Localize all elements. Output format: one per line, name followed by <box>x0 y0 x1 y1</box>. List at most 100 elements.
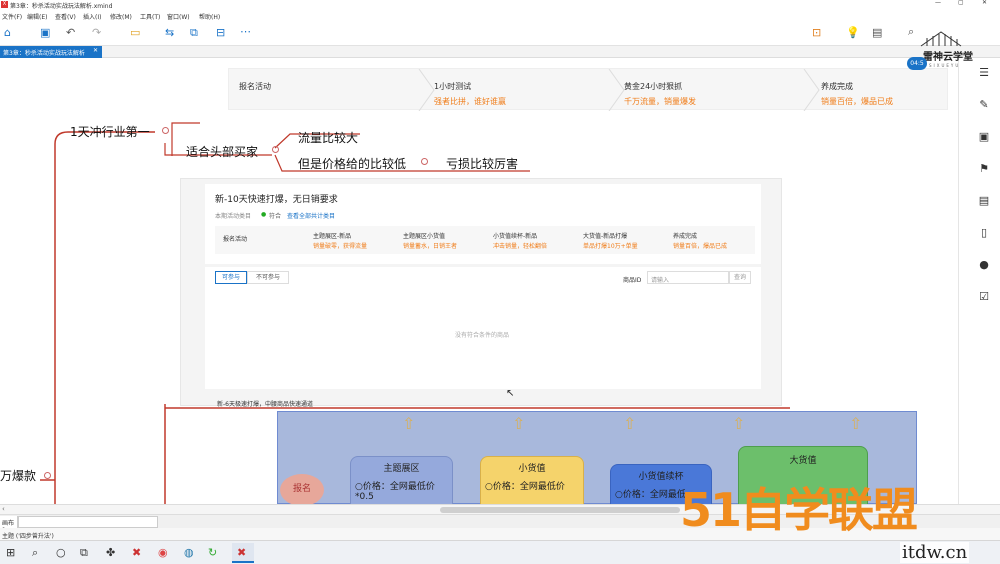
embedded-image-mid: 新-10天快速打爆，无日销要求 本期活动类目 ● 符合 查看全部共计类目 报名活… <box>180 178 782 408</box>
menu-tools[interactable]: 工具(T) <box>140 12 160 21</box>
relationship-icon[interactable]: ⇆ <box>165 26 174 39</box>
mid-step-3-sub: 销量蓄水，日销王者 <box>403 243 458 250</box>
sheet-tab[interactable]: 画布 1 <box>0 516 18 534</box>
flow-box-title: 主题展区 <box>383 464 420 474</box>
save-icon[interactable]: ▣ <box>40 26 50 39</box>
boundary-icon[interactable]: ⧉ <box>190 26 198 40</box>
xmind-taskbar-icon[interactable]: ✖ <box>132 546 141 559</box>
home-icon[interactable]: ⌂ <box>4 26 11 39</box>
menu-window[interactable]: 窗口(W) <box>167 12 190 21</box>
summary-icon[interactable]: ⊟ <box>216 26 225 39</box>
empty-message: 没有符合条件的商品 <box>455 332 510 339</box>
menu-bar: 文件(F) 编辑(E) 查看(V) 插入(I) 修改(M) 工具(T) 窗口(W… <box>0 10 1000 21</box>
menu-insert[interactable]: 插入(I) <box>83 12 101 21</box>
menu-view[interactable]: 查看(V) <box>55 12 76 21</box>
collapse-toggle-2[interactable] <box>272 146 279 153</box>
redo-icon[interactable]: ↷ <box>92 26 101 39</box>
flag-icon[interactable]: ⚑ <box>977 162 991 176</box>
close-icon[interactable]: ✕ <box>982 0 987 6</box>
topic-1day-first[interactable]: 1天冲行业第一 <box>70 123 150 140</box>
topic-price-low[interactable]: 但是价格给的比较低 <box>298 155 406 172</box>
flow-start: 报名 <box>280 474 324 504</box>
activity-card: 新-10天快速打爆，无日销要求 本期活动类目 ● 符合 查看全部共计类目 报名活… <box>205 184 761 264</box>
tab-can-join[interactable]: 可参与 <box>215 271 247 284</box>
arrow-up-icon: ⇧ <box>849 414 863 433</box>
browser-icon[interactable]: ◍ <box>184 546 194 559</box>
start-windows-icon[interactable]: ⊞ <box>6 546 15 559</box>
xmind-active-icon[interactable]: ✖ <box>237 546 246 559</box>
note-icon[interactable]: ▯ <box>977 226 991 240</box>
layout-icon[interactable]: ▤ <box>872 26 882 39</box>
toolbar: ⌂ ▣ ↶ ↷ ▭ ⇆ ⧉ ⊟ ⋯ ⊡ 💡 ▤ ⌕ <box>0 21 1000 46</box>
search-icon[interactable]: ⌕ <box>32 546 38 560</box>
menu-modify[interactable]: 修改(M) <box>110 12 132 21</box>
flow-box-line2: *0.5 <box>355 492 374 502</box>
step-strip: 报名活动 1小时测试 强者比拼，谁好谁赢 黄金24小时狠抓 千万流量，销量爆发 养成… <box>228 68 948 111</box>
arrow-up-icon: ⇧ <box>623 414 637 433</box>
menu-edit[interactable]: 编辑(E) <box>27 12 47 21</box>
chrome-icon[interactable]: ◉ <box>158 546 168 559</box>
cortana-icon[interactable]: ○ <box>56 546 66 559</box>
windows-taskbar: ⊞ ⌕ ○ ⧉ ✤ ✖ ◉ ◍ ↻ ✖ <box>0 540 1000 564</box>
flow-box-small-value: 小货值 ○价格：全网最低价 <box>480 456 584 504</box>
mid-step-strip: 报名活动 主题展区-新品 销量破零，获得流量 主题展区小货值 销量蓄水，日销王者… <box>215 226 755 254</box>
collapse-toggle-1[interactable] <box>162 127 169 134</box>
task-view-icon[interactable]: ⧉ <box>80 546 88 560</box>
collapse-toggle-4[interactable] <box>44 472 51 479</box>
tab-close-icon[interactable]: ✕ <box>93 47 98 54</box>
mid-step-5-sub: 单品打爆10万+单量 <box>583 243 638 250</box>
collapse-toggle-3[interactable] <box>421 158 428 165</box>
menu-help[interactable]: 帮助(H) <box>199 12 220 21</box>
mindmap-canvas[interactable]: 报名活动 1小时测试 强者比拼，谁好谁赢 黄金24小时狠抓 千万流量，销量爆发 养成… <box>0 58 958 504</box>
goods-id-input[interactable]: 请输入 <box>647 271 729 284</box>
app-pinned-icon[interactable]: ✤ <box>106 546 115 559</box>
lightbulb-icon[interactable]: 💡 <box>846 26 860 39</box>
window-title: 第3章：秒杀活动实战玩法解析.xmind <box>10 3 113 10</box>
mid-step-6-sub: 销量百倍，爆品已成 <box>673 243 728 250</box>
flow-box-title: 大货值 <box>789 456 817 466</box>
topic-traffic-large[interactable]: 流量比较大 <box>298 129 358 146</box>
comment-icon[interactable]: ● <box>977 258 991 272</box>
undo-icon[interactable]: ↶ <box>66 26 75 39</box>
topic-icon[interactable]: ▭ <box>130 26 140 39</box>
menu-file[interactable]: 文件(F) <box>2 12 22 21</box>
flow-box-line: ○价格：全网最低价 <box>485 482 565 492</box>
flow-box-theme: 主题展区 ○价格：全网最低价 *0.5 <box>350 456 453 504</box>
goods-panel: 可参与 不可参与 商品ID 请输入 查询 没有符合条件的商品 <box>205 267 761 389</box>
scroll-left-icon[interactable]: ‹ <box>2 505 5 513</box>
outline-icon[interactable]: ☰ <box>977 66 991 80</box>
topic-heavy-loss[interactable]: 亏损比较厉害 <box>446 155 518 172</box>
mid-step-4-sub: 冲击销量，轻松翻倍 <box>493 243 548 250</box>
topic-head-buyers[interactable]: 适合头部买家 <box>186 143 258 160</box>
tab-label: 第3章：秒杀活动实战玩法解析 <box>3 50 85 57</box>
more-icon[interactable]: ⋯ <box>240 25 251 38</box>
minimize-icon[interactable]: — <box>935 0 941 6</box>
activity-meta: 本期活动类目 <box>215 213 252 220</box>
format-brush-icon[interactable]: ✎ <box>977 98 991 112</box>
refresh-app-icon[interactable]: ↻ <box>208 546 217 559</box>
query-button[interactable]: 查询 <box>729 271 751 284</box>
mid-step-4: 小货值续杯-新品 <box>493 233 538 240</box>
mid-step-5: 大货值-新品打爆 <box>583 233 628 240</box>
title-bar: X 第3章：秒杀活动实战玩法解析.xmind — ▢ ✕ <box>0 0 1000 10</box>
mouse-cursor-icon: ↖ <box>506 388 515 399</box>
tab-current[interactable]: 第3章：秒杀活动实战玩法解析 ✕ <box>0 46 102 58</box>
task-icon[interactable]: ☑ <box>977 290 991 304</box>
flow-box-line: ○价格：全网最低价 <box>355 482 435 492</box>
presentation-icon[interactable]: ⊡ <box>812 26 821 39</box>
arrow-up-icon: ⇧ <box>512 414 526 433</box>
image-icon[interactable]: ▣ <box>977 130 991 144</box>
activity-link[interactable]: 查看全部共计类目 <box>287 211 335 220</box>
timer-badge: 04:5 <box>907 57 927 70</box>
app-icon: X <box>1 1 8 8</box>
next-activity-title: 新-6天极速打爆，中腰商品快速通道 <box>217 401 313 408</box>
flow-box-title: 小货值 <box>518 464 546 474</box>
mid-step-6: 养成完成 <box>673 233 698 240</box>
horizontal-scroll-thumb[interactable] <box>440 507 680 513</box>
tab-cannot-join[interactable]: 不可参与 <box>247 271 289 284</box>
topic-hit-product[interactable]: 万爆款 <box>0 467 36 484</box>
status-dot: ● <box>261 211 267 218</box>
maximize-icon[interactable]: ▢ <box>958 0 964 6</box>
style-icon[interactable]: ▤ <box>977 194 991 208</box>
sheet-tab-strip <box>18 516 158 528</box>
